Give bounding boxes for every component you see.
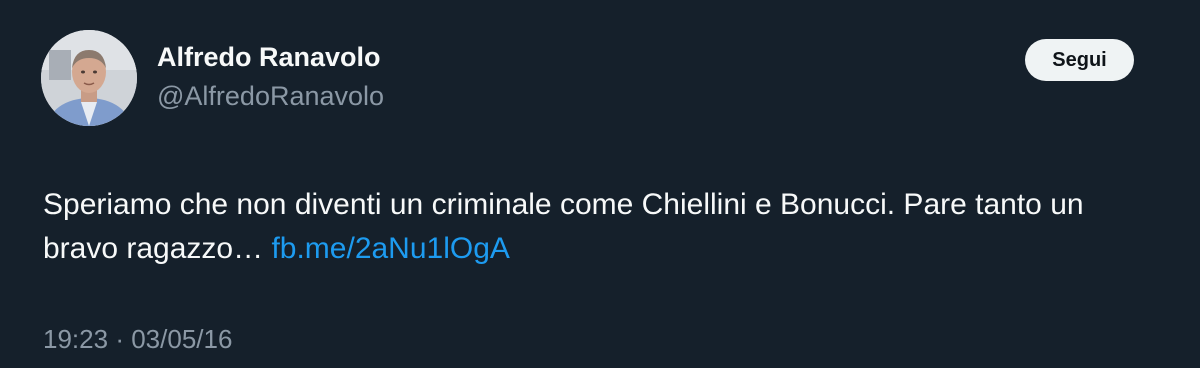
tweet-link[interactable]: fb.me/2aNu1lOgA (271, 232, 509, 265)
tweet-date: 03/05/16 (131, 324, 233, 354)
avatar[interactable] (41, 30, 137, 126)
tweet-time: 19:23 (43, 324, 109, 354)
tweet-body: Speriamo che non diventi un criminale co… (43, 188, 1084, 265)
author-handle[interactable]: @AlfredoRanavolo (157, 79, 384, 113)
tweet-text: Speriamo che non diventi un criminale co… (43, 183, 1163, 271)
tweet-card: Alfredo Ranavolo @AlfredoRanavolo Segui … (0, 0, 1200, 368)
follow-button[interactable]: Segui (1025, 39, 1134, 81)
avatar-photo (41, 30, 137, 126)
author-display-name[interactable]: Alfredo Ranavolo (157, 40, 381, 74)
meta-separator: · (115, 324, 124, 354)
tweet-timestamp[interactable]: 19:23 · 03/05/16 (43, 322, 232, 356)
